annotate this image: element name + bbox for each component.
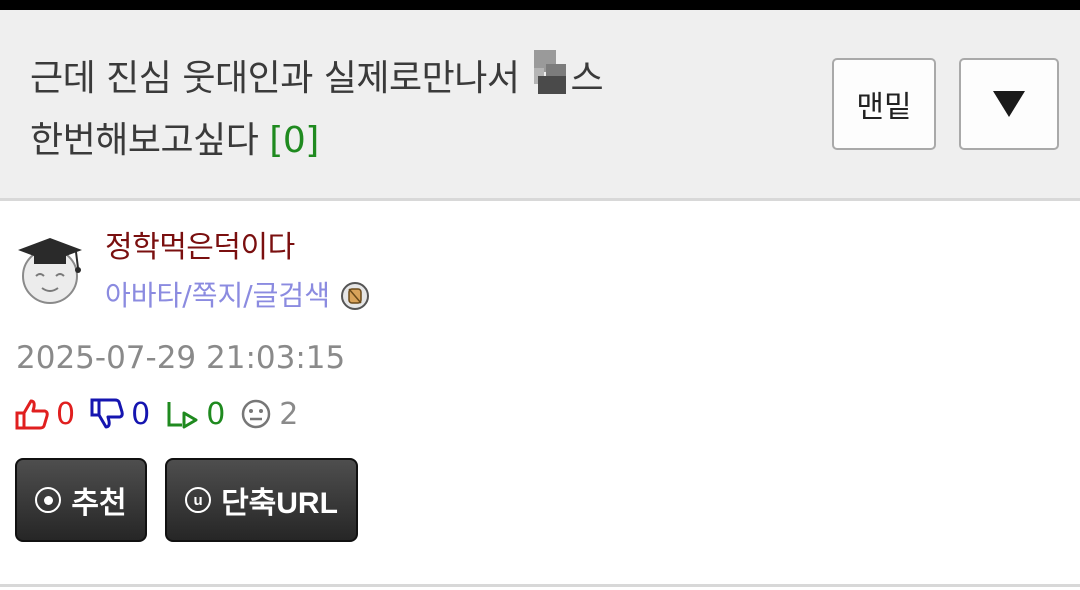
downvote-stat[interactable]: 0 — [89, 397, 150, 432]
short-url-button[interactable]: u 단축URL — [165, 458, 358, 542]
post-header: 근데 진심 웃대인과 실제로만나서 스 한번해보고싶다 [0] 맨밑 — [0, 10, 1080, 201]
go-bottom-label: 맨밑 — [856, 90, 912, 125]
short-url-label: 단축URL — [221, 487, 338, 520]
triangle-down-icon — [993, 91, 1025, 117]
dropdown-button[interactable] — [959, 58, 1059, 150]
share-arrow-icon — [167, 402, 198, 429]
top-status-bar — [0, 0, 1080, 10]
censored-image-icon — [534, 50, 568, 96]
author-links-text[interactable]: 아바타/쪽지/글검색 — [105, 274, 330, 318]
view-stat: 2 — [239, 397, 298, 432]
comment-count[interactable]: [0] — [269, 120, 319, 161]
url-circle-icon: u — [185, 487, 212, 513]
author-links: 아바타/쪽지/글검색 — [105, 274, 370, 318]
view-count: 2 — [279, 396, 299, 432]
recommend-button[interactable]: 추천 — [15, 458, 147, 542]
post-date: 2025-07-29 21:03:15 — [16, 340, 346, 376]
go-bottom-button[interactable]: 맨밑 — [832, 58, 936, 150]
share-stat[interactable]: 0 — [164, 397, 225, 432]
post-title-text-3: 한번해보고싶다 — [30, 120, 270, 161]
upvote-stat[interactable]: 0 — [14, 397, 75, 432]
recommend-label: 추천 — [71, 487, 127, 520]
post-title-text-2: 스 — [570, 58, 604, 99]
post-stats: 0 0 0 2 — [14, 392, 312, 436]
author-name[interactable]: 정학먹은덕이다 — [105, 226, 295, 270]
share-count: 0 — [206, 396, 226, 432]
post-title-text-1: 근데 진심 웃대인과 실제로만나서 — [30, 58, 531, 99]
target-icon — [35, 487, 62, 513]
upvote-count: 0 — [56, 396, 76, 432]
post-title: 근데 진심 웃대인과 실제로만나서 스 한번해보고싶다 [0] — [30, 48, 730, 172]
divider — [0, 584, 1080, 587]
level-badge-icon — [340, 282, 369, 310]
thumbs-up-icon — [15, 399, 49, 430]
graduate-face-icon[interactable] — [16, 232, 88, 308]
downvote-count: 0 — [131, 396, 151, 432]
face-icon — [242, 399, 271, 429]
thumbs-down-icon — [90, 398, 124, 429]
